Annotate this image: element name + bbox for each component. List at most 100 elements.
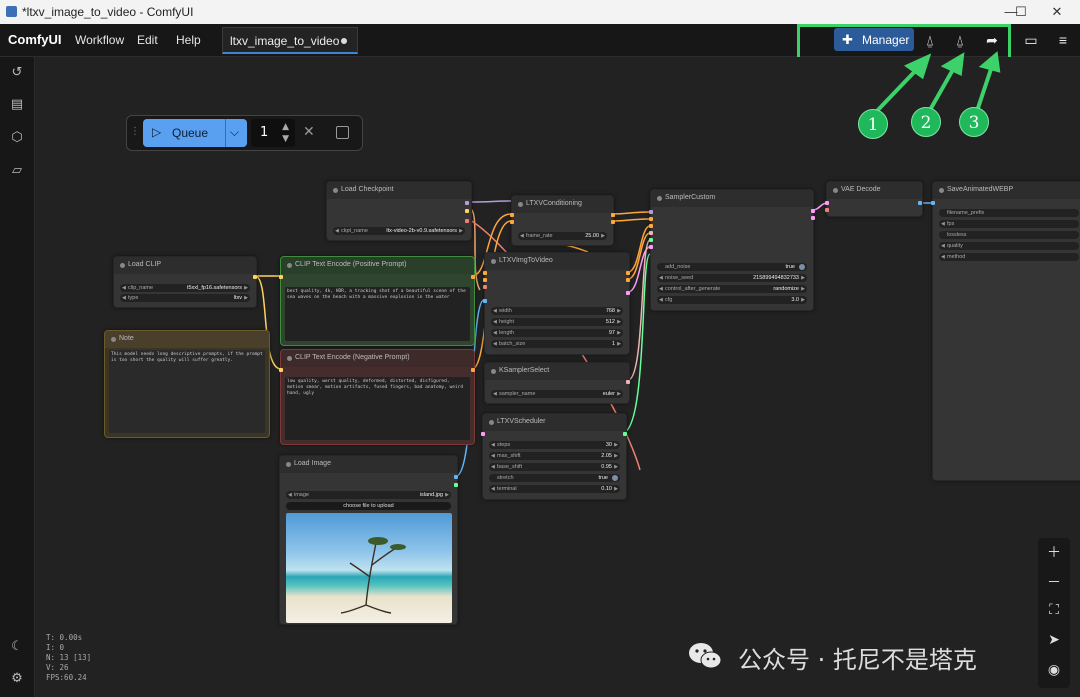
node-save-animated-webp[interactable]: SaveAnimatedWEBP filename_prefix ◀ fps lo…: [931, 181, 1080, 481]
input-sampler-slot[interactable]: [649, 231, 653, 235]
node-header[interactable]: LTXVConditioning: [512, 196, 613, 213]
output-positive-slot[interactable]: [611, 213, 615, 217]
input-clip-slot[interactable]: [279, 368, 283, 372]
widget-method[interactable]: ◀ method: [939, 253, 1079, 261]
input-samples-slot[interactable]: [825, 201, 829, 205]
widget-width[interactable]: ◀ width 768 ▶: [491, 307, 623, 315]
cancel-icon[interactable]: ✕: [303, 124, 315, 140]
node-header[interactable]: SaveAnimatedWEBP: [933, 182, 1080, 199]
node-load-checkpoint[interactable]: Load Checkpoint ◀ ckpt_name ltx-video-2b-v…: [326, 181, 472, 241]
widget-lossless[interactable]: lossless: [939, 231, 1079, 239]
node-header[interactable]: SamplerCustom: [651, 190, 813, 207]
widget-sampler-name[interactable]: ◀ sampler_name euler ▶: [491, 390, 623, 398]
node-header[interactable]: VAE Decode: [827, 182, 922, 199]
increment-icon[interactable]: ▲: [282, 122, 289, 132]
output-latent-slot[interactable]: [811, 209, 815, 213]
node-load-clip[interactable]: Load CLIP ◀ clip_name t5xxl_fp16.safetenso…: [113, 256, 257, 308]
widget-height[interactable]: ◀ height 512 ▶: [491, 318, 623, 326]
node-header[interactable]: CLIP Text Encode (Positive Prompt): [281, 257, 474, 274]
stop-icon[interactable]: [336, 126, 349, 139]
output-vae-slot[interactable]: [465, 219, 469, 223]
widget-terminal[interactable]: ◀ terminal 0.10 ▶: [489, 485, 620, 493]
input-positive-slot[interactable]: [483, 271, 487, 275]
decrement-icon[interactable]: ▼: [282, 134, 289, 144]
node-ltxv-img-to-video[interactable]: LTXVImgToVideo ◀ width 768 ▶ ◀ height 512 ▶ ◀ l…: [483, 252, 630, 355]
widget-control-after-generate[interactable]: ◀ control_after_generate randomize ▶: [657, 285, 807, 293]
node-clip-text-encode-negative[interactable]: CLIP Text Encode (Negative Prompt) low q…: [279, 349, 475, 445]
input-images-slot[interactable]: [931, 201, 935, 205]
batch-count-input[interactable]: 1 ▲ ▼: [251, 119, 295, 147]
widget-noise-seed[interactable]: ◀ noise_seed 215899494832733 ▶: [657, 274, 807, 282]
zoom-out-icon[interactable]: －: [1038, 572, 1070, 592]
prompt-textarea[interactable]: low quality, worst quality, deformed, di…: [285, 377, 470, 440]
widget-frame-rate[interactable]: ◀ frame_rate 25.00 ▶: [518, 232, 607, 240]
output-latent-slot[interactable]: [626, 291, 630, 295]
toggle-switch-icon[interactable]: [612, 475, 618, 481]
node-header[interactable]: Load CLIP: [114, 257, 256, 274]
node-header[interactable]: Note: [105, 331, 269, 348]
widget-image[interactable]: ◀ image island.jpg ▶: [286, 491, 451, 499]
upload-button[interactable]: choose file to upload: [286, 502, 451, 510]
fit-view-icon[interactable]: ⛶: [1038, 602, 1070, 618]
widget-clip-name[interactable]: ◀ clip_name t5xxl_fp16.safetensors ▶: [120, 284, 250, 292]
output-image-slot[interactable]: [454, 475, 458, 479]
pointer-icon[interactable]: ➤: [1038, 632, 1070, 648]
input-negative-slot[interactable]: [483, 278, 487, 282]
widget-fps[interactable]: ◀ fps: [939, 220, 1079, 228]
output-denoised-slot[interactable]: [811, 216, 815, 220]
output-mask-slot[interactable]: [454, 483, 458, 487]
prompt-textarea[interactable]: best quality, 4k, HDR, a tracking shot o…: [285, 287, 470, 341]
widget-base-shift[interactable]: ◀ base_shift 0.95 ▶: [489, 463, 620, 471]
input-negative-slot[interactable]: [510, 220, 514, 224]
output-image-slot[interactable]: [918, 201, 922, 205]
widget-type[interactable]: ◀ type ltxv ▶: [120, 294, 250, 302]
toggle-switch-icon[interactable]: [799, 264, 805, 270]
input-image-slot[interactable]: [483, 299, 487, 303]
widget-stretch[interactable]: stretch true: [489, 474, 620, 482]
widget-batch-size[interactable]: ◀ batch_size 1 ▶: [491, 340, 623, 348]
node-sampler-custom[interactable]: SamplerCustom add_noise true ◀ noise_seed 2…: [649, 189, 815, 311]
widget-add-noise[interactable]: add_noise true: [657, 263, 807, 271]
output-negative-slot[interactable]: [626, 278, 630, 282]
node-header[interactable]: Load Checkpoint: [327, 182, 471, 199]
widget-cfg[interactable]: ◀ cfg 3.0 ▶: [657, 296, 807, 304]
output-model-slot[interactable]: [465, 201, 469, 205]
node-ksampler-select[interactable]: KSamplerSelect ◀ sampler_name euler ▶: [484, 362, 630, 404]
output-conditioning-slot[interactable]: [471, 368, 475, 372]
node-ltxv-scheduler[interactable]: LTXVScheduler ◀ steps 30 ▶ ◀ max_shift 2.05 ▶ …: [481, 413, 627, 500]
note-textarea[interactable]: This model needs long descriptive prompt…: [109, 350, 265, 433]
zoom-in-icon[interactable]: ＋: [1038, 542, 1070, 562]
node-vae-decode[interactable]: VAE Decode: [825, 181, 923, 217]
node-note[interactable]: Note This model needs long descriptive p…: [104, 330, 270, 438]
node-load-image[interactable]: Load Image ◀ image island.jpg ▶ choose file…: [279, 455, 458, 625]
widget-filename-prefix[interactable]: filename_prefix: [939, 209, 1079, 217]
output-sampler-slot[interactable]: [626, 380, 630, 384]
node-header[interactable]: LTXVImgToVideo: [485, 253, 629, 270]
input-vae-slot[interactable]: [483, 285, 487, 289]
queue-button[interactable]: ▷ Queue ⌵: [143, 119, 247, 147]
output-positive-slot[interactable]: [626, 271, 630, 275]
output-sigmas-slot[interactable]: [623, 432, 627, 436]
output-conditioning-slot[interactable]: [471, 275, 475, 279]
input-vae-slot[interactable]: [825, 208, 829, 212]
node-clip-text-encode-positive[interactable]: CLIP Text Encode (Positive Prompt) best …: [279, 256, 475, 346]
node-header[interactable]: KSamplerSelect: [485, 363, 629, 380]
widget-quality[interactable]: ◀ quality: [939, 242, 1079, 250]
input-positive-slot[interactable]: [510, 213, 514, 217]
input-negative-slot[interactable]: [649, 224, 653, 228]
chevron-down-icon[interactable]: ⌵: [230, 125, 239, 140]
output-clip-slot[interactable]: [465, 209, 469, 213]
node-ltxv-conditioning[interactable]: LTXVConditioning ◀ frame_rate 25.00 ▶: [510, 195, 615, 246]
widget-steps[interactable]: ◀ steps 30 ▶: [489, 441, 620, 449]
node-header[interactable]: Load Image: [280, 456, 457, 473]
node-header[interactable]: CLIP Text Encode (Negative Prompt): [281, 350, 474, 367]
visibility-eye-icon[interactable]: ◉: [1038, 662, 1070, 678]
widget-length[interactable]: ◀ length 97 ▶: [491, 329, 623, 337]
input-latent-slot[interactable]: [481, 432, 485, 436]
input-model-slot[interactable]: [649, 210, 653, 214]
input-sigmas-slot[interactable]: [649, 238, 653, 242]
input-latent-slot[interactable]: [649, 245, 653, 249]
output-negative-slot[interactable]: [611, 220, 615, 224]
input-clip-slot[interactable]: [279, 275, 283, 279]
widget-max-shift[interactable]: ◀ max_shift 2.05 ▶: [489, 452, 620, 460]
